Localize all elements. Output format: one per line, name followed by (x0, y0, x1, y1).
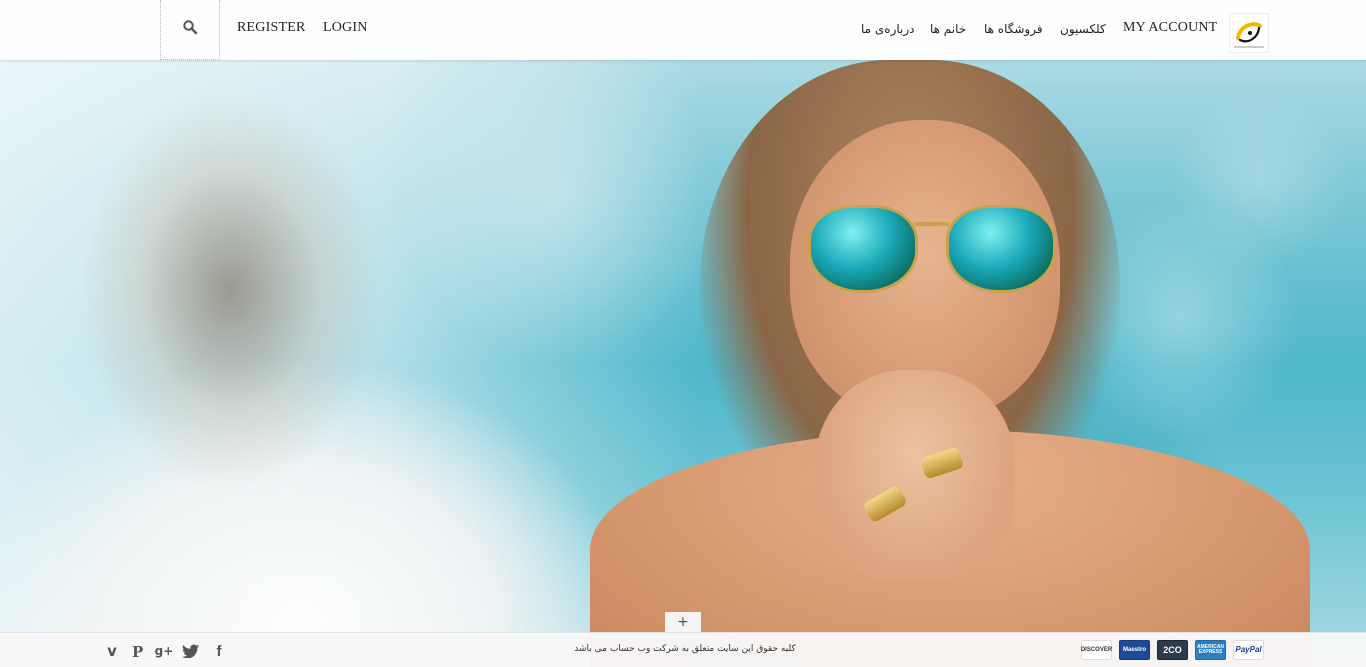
site-footer: v P g+ f کلیه حقوق این سایت متعلق به شرک… (0, 632, 1366, 667)
nav-about-us[interactable]: درباره‌ی ما (861, 22, 915, 36)
google-plus-icon[interactable]: g+ (154, 641, 174, 661)
my-account-link[interactable]: MY ACCOUNT (1123, 20, 1217, 36)
login-link[interactable]: LOGIN (323, 20, 368, 36)
hero-banner (0, 0, 1366, 667)
logo-mark-icon (1234, 22, 1264, 48)
twitter-icon[interactable] (181, 641, 201, 661)
sunglasses-left-lens (808, 205, 918, 293)
site-header: REGISTER LOGIN درباره‌ی ما خانم ها فروشگ… (0, 0, 1366, 60)
paypal-payment-logo: PayPal (1233, 640, 1264, 660)
nav-women[interactable]: خانم ها (930, 22, 966, 36)
maestro-payment-logo: Maestro (1119, 640, 1150, 660)
svg-text:P: P (132, 643, 143, 659)
copyright-text: کلیه حقوق این سایت متعلق به شرکت وب حساب… (574, 644, 796, 654)
search-icon (182, 19, 198, 40)
amex-payment-logo: AMERICAN EXPRESS (1195, 640, 1226, 660)
facebook-icon[interactable]: f (209, 641, 229, 661)
vimeo-icon[interactable]: v (102, 641, 122, 661)
sunglasses-bridge (915, 222, 949, 226)
discover-payment-logo: DISCOVER (1081, 640, 1112, 660)
footer-toggle-button[interactable]: + (665, 612, 701, 632)
sunglasses-right-lens (946, 205, 1056, 293)
nav-stores[interactable]: فروشگاه ها (984, 22, 1043, 36)
register-link[interactable]: REGISTER (237, 20, 306, 36)
2co-payment-logo: 2CO (1157, 640, 1188, 660)
pinterest-icon[interactable]: P (128, 641, 148, 661)
site-logo[interactable] (1229, 13, 1269, 53)
hero-woman-hand (815, 370, 1015, 580)
search-button[interactable] (160, 0, 220, 60)
nav-collection[interactable]: کلکسیون (1060, 22, 1106, 36)
